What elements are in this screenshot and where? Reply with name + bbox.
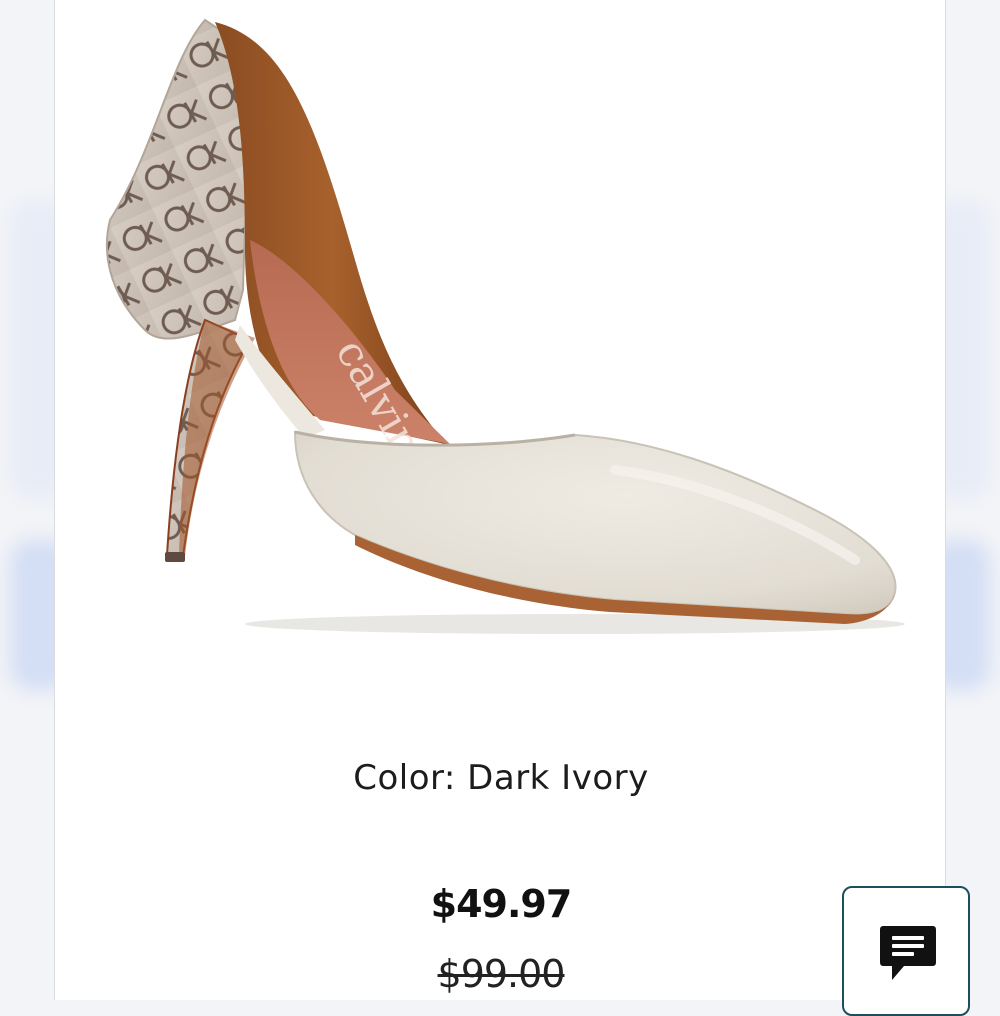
chat-button[interactable] bbox=[842, 886, 970, 1016]
sale-price: $49.97 bbox=[430, 882, 573, 926]
product-image[interactable]: calvin klein bbox=[55, 0, 946, 720]
chat-icon bbox=[880, 926, 936, 980]
color-label: Color: Dark Ivory bbox=[353, 758, 649, 798]
product-card: calvin klein Color: Dark Ivory $49.97 $9… bbox=[54, 0, 946, 1000]
original-price: $99.00 bbox=[437, 952, 566, 996]
